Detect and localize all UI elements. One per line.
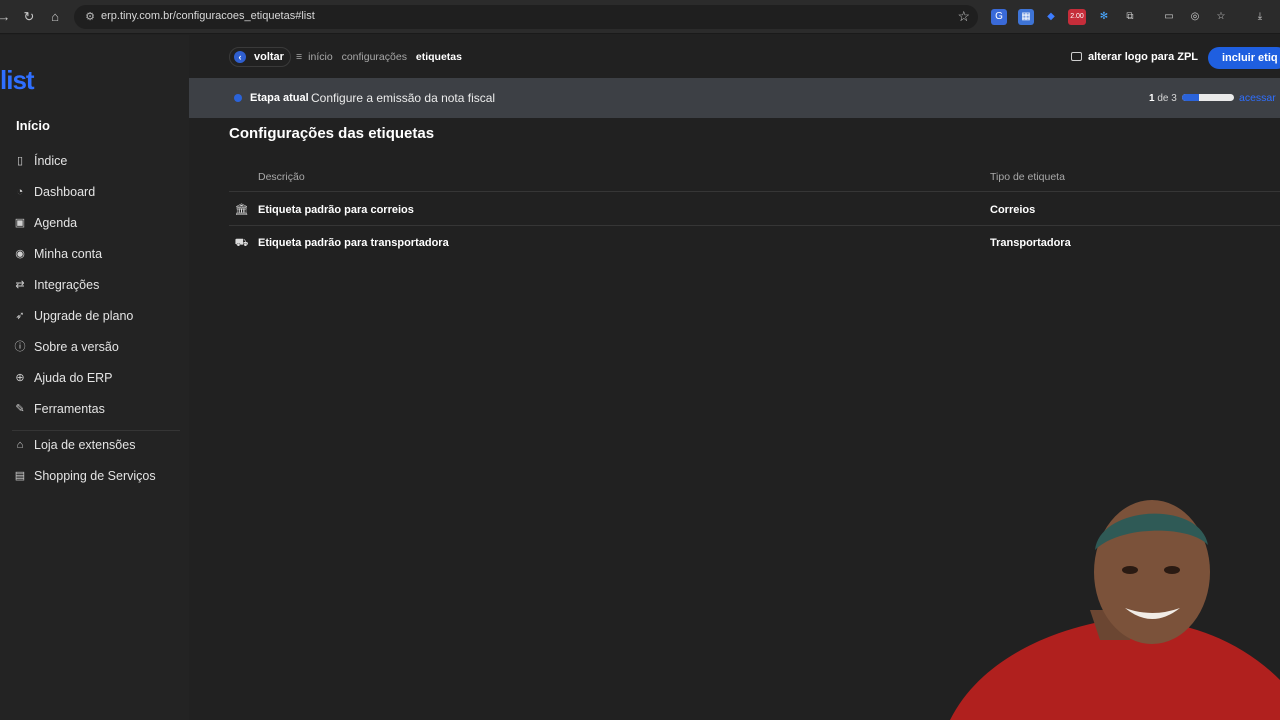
acessar-link[interactable]: acessar (1239, 92, 1276, 104)
column-header-descricao[interactable]: Descrição (258, 171, 305, 183)
onboarding-step-bar: Etapa atual Configure a emissão da nota … (189, 78, 1280, 118)
sidebar-item-label: Minha conta (34, 247, 103, 261)
breadcrumb-item-etiquetas: etiquetas (415, 51, 462, 63)
row-type: Transportadora (990, 237, 1071, 249)
row-type: Correios (990, 204, 1036, 216)
react-extension-icon[interactable]: ✻ (1096, 9, 1112, 25)
step-label: Etapa atual (250, 92, 309, 104)
breadcrumb: ≡ início configurações etiquetas (296, 51, 468, 63)
shop-icon: ▤ (14, 470, 26, 482)
back-icon[interactable]: → (0, 9, 12, 25)
info-icon: ⓘ (14, 341, 26, 353)
browser-toolbar: → ↻ ⌂ ⚙ erp.tiny.com.br/configuracoes_et… (0, 0, 1280, 34)
webcam-overlay (940, 490, 1280, 720)
back-button-label: voltar (254, 51, 284, 63)
sidebar-item-agenda[interactable]: ▣ Agenda (0, 209, 189, 237)
table-row[interactable]: 🏛 Etiqueta padrão para correios Correios (229, 193, 1280, 226)
step-progress-bar (1182, 94, 1234, 101)
arrows-icon: ⇄ (15, 279, 25, 291)
step-count: 1 de 3 (1149, 93, 1177, 104)
sidebar-item-label: Dashboard (34, 185, 96, 199)
step-text: Configure a emissão da nota fiscal (311, 91, 496, 105)
store-icon: ⌂ (16, 439, 24, 451)
home-icon[interactable]: ⌂ (47, 9, 63, 25)
url-text[interactable]: erp.tiny.com.br/configuracoes_etiquetas#… (101, 10, 315, 22)
puzzle-icon[interactable]: ⧉ (1122, 9, 1138, 25)
step-total: de 3 (1157, 93, 1177, 104)
sidebar-item-sobre[interactable]: ⓘ Sobre a versão (0, 333, 189, 361)
page-header: ‹ voltar ≡ início configurações etiquetas… (189, 35, 1280, 78)
dashboard-icon: ◔ (16, 186, 24, 198)
account-icon: ◉ (15, 248, 25, 260)
sidebar-item-label: Upgrade de plano (34, 309, 134, 323)
table-row[interactable]: ⛟ Etiqueta padrão para transportadora Tr… (229, 226, 1280, 259)
sidebar-item-loja[interactable]: ⌂ Loja de extensões (0, 431, 189, 459)
sidebar-heading[interactable]: Início (16, 118, 50, 133)
profile-icon[interactable]: ◎ (1187, 9, 1203, 25)
help-icon: ⊕ (15, 372, 25, 384)
translate-extension-icon[interactable]: G (991, 9, 1007, 25)
reload-icon[interactable]: ↻ (21, 9, 37, 25)
alterar-logo-zpl-button[interactable]: alterar logo para ZPL (1071, 51, 1198, 63)
breadcrumb-item-configuracoes[interactable]: configurações (342, 51, 407, 63)
column-header-tipo[interactable]: Tipo de etiqueta (990, 171, 1065, 183)
sidebar-item-shopping[interactable]: ▤ Shopping de Serviços (0, 462, 189, 490)
step-current: 1 (1149, 93, 1155, 104)
sidebar-item-ferramentas[interactable]: ✎ Ferramentas (0, 395, 189, 423)
tag-extension-icon[interactable]: ◆ (1043, 9, 1059, 25)
sidebar-item-label: Integrações (34, 278, 100, 292)
badge-extension-icon[interactable]: 2.00 (1068, 9, 1086, 25)
address-bar[interactable]: ⚙ erp.tiny.com.br/configuracoes_etiqueta… (74, 5, 978, 29)
sidebar-item-indice[interactable]: ▯ Índice (0, 147, 189, 175)
sidebar-item-label: Índice (34, 154, 68, 168)
sidebar-item-label: Ajuda do ERP (34, 371, 113, 385)
step-dot-icon (234, 94, 242, 102)
breadcrumb-menu-icon[interactable]: ≡ (296, 51, 302, 63)
row-description: Etiqueta padrão para transportadora (258, 237, 449, 249)
page-title: Configurações das etiquetas (229, 125, 435, 142)
row-description: Etiqueta padrão para correios (258, 204, 414, 216)
sidebar-item-upgrade[interactable]: ➶ Upgrade de plano (0, 302, 189, 330)
sidebar-item-integracoes[interactable]: ⇄ Integrações (0, 271, 189, 299)
sidebar-item-minha-conta[interactable]: ◉ Minha conta (0, 240, 189, 268)
sidebar: list Início ▯ Índice ◔ Dashboard ▣ Agend… (0, 35, 189, 720)
sidebar-item-label: Agenda (34, 216, 78, 230)
download-icon[interactable]: ⤓ (1252, 9, 1268, 25)
app-logo[interactable]: list (0, 65, 35, 96)
wrench-icon: ✎ (15, 403, 25, 415)
sidebar-item-dashboard[interactable]: ◔ Dashboard (0, 178, 189, 206)
step-progress-fill (1182, 94, 1200, 101)
calendar-icon: ▣ (14, 217, 26, 229)
bookmark-star-icon[interactable]: ☆ (957, 8, 970, 25)
sidepanel-icon[interactable]: ▭ (1161, 9, 1177, 25)
book-icon: ▯ (16, 155, 24, 167)
extension-icon[interactable]: ▦ (1018, 9, 1034, 25)
image-icon (1071, 52, 1082, 61)
site-settings-icon[interactable]: ⚙ (82, 9, 98, 25)
sidebar-item-label: Sobre a versão (34, 340, 119, 354)
back-button[interactable]: ‹ voltar (229, 47, 291, 67)
sidebar-item-ajuda[interactable]: ⊕ Ajuda do ERP (0, 364, 189, 392)
table-header: Descrição Tipo de etiqueta (229, 164, 1280, 192)
zpl-label: alterar logo para ZPL (1088, 51, 1199, 63)
rocket-icon: ➶ (15, 310, 25, 322)
sidebar-item-label: Loja de extensões (34, 438, 136, 452)
chevron-left-icon: ‹ (234, 51, 246, 63)
truck-icon: ⛟ (234, 237, 249, 249)
incluir-etiqueta-button[interactable]: incluir etiq (1208, 47, 1280, 69)
bank-icon: 🏛 (234, 204, 249, 216)
sidebar-item-label: Shopping de Serviços (34, 469, 156, 483)
favorites-icon[interactable]: ☆ (1213, 9, 1229, 25)
presenter-image (950, 500, 1280, 720)
sidebar-item-label: Ferramentas (34, 402, 105, 416)
breadcrumb-item-inicio[interactable]: início (308, 51, 333, 63)
